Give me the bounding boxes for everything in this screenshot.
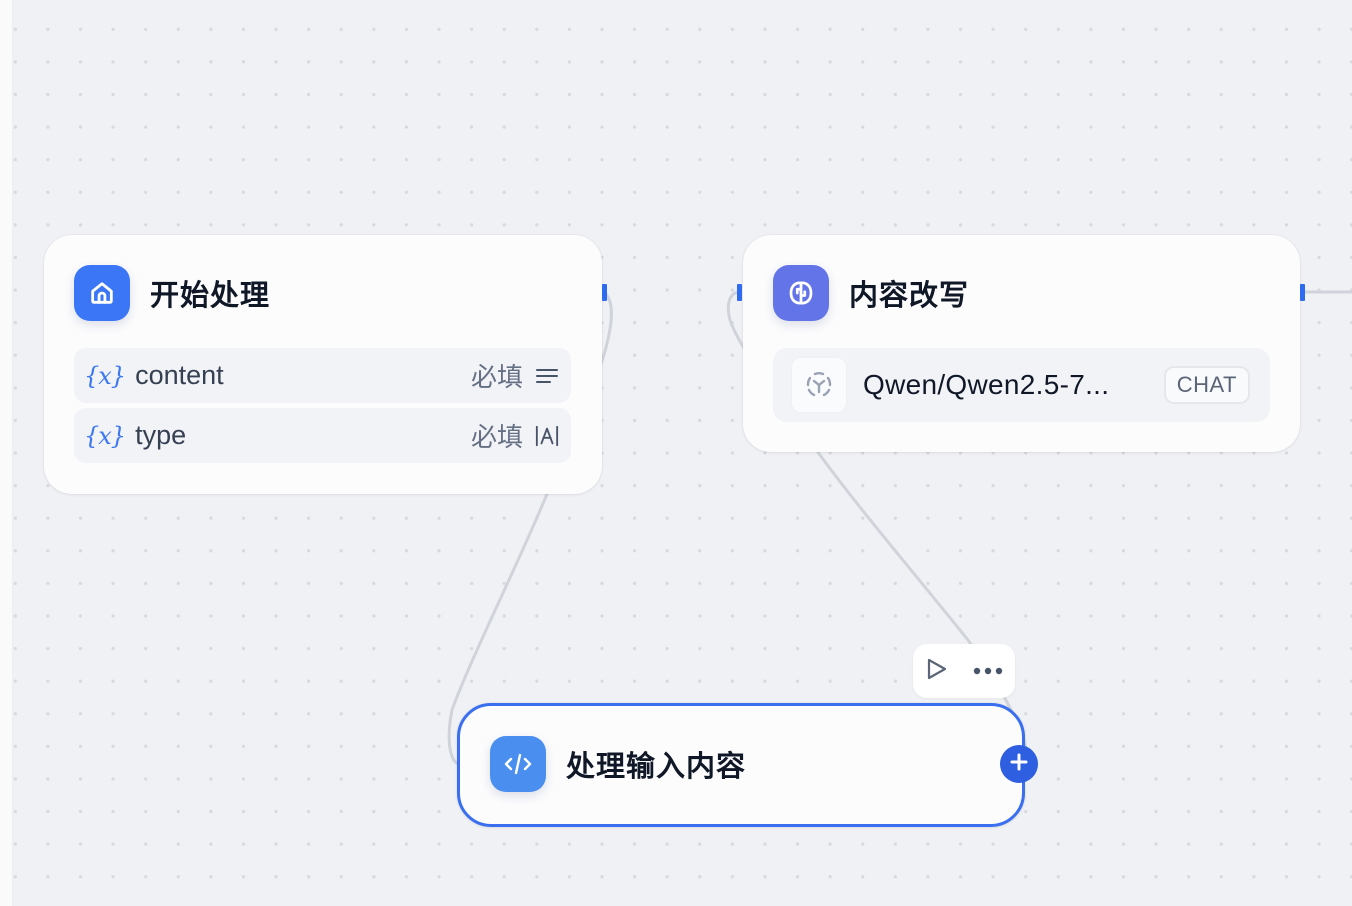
add-next-node-button[interactable] [1000,745,1038,783]
brain-icon [773,265,829,321]
model-selector[interactable]: Qwen/Qwen2.5-7... CHAT [773,348,1270,422]
variable-icon: {x} [84,361,126,390]
variable-name: content [135,360,224,390]
llm-output-handle[interactable] [1300,284,1305,301]
model-name: Qwen/Qwen2.5-7... [863,369,1110,400]
node-toolbar [913,644,1015,698]
llm-input-handle[interactable] [737,284,742,301]
play-icon[interactable] [926,657,948,686]
required-label: 必填 [470,362,523,392]
start-output-handle[interactable] [602,284,607,301]
node-title: 开始处理 [150,280,271,312]
node-title: 处理输入内容 [566,751,747,783]
plus-icon [1010,753,1028,776]
model-mode-badge: CHAT [1163,366,1250,404]
required-label: 必填 [470,422,523,452]
text-input-icon [535,424,559,448]
variable-row-type[interactable]: {x} type 必填 [74,408,571,463]
model-provider-icon [791,357,847,413]
node-title: 内容改写 [849,280,970,312]
code-icon [490,736,546,792]
home-icon [74,265,130,321]
sidebar-edge [0,0,13,906]
variable-row-content[interactable]: {x} content 必填 [74,348,571,403]
variable-icon: {x} [84,421,126,450]
more-horizontal-icon[interactable] [973,662,1003,680]
paragraph-icon [535,367,559,385]
variable-name: type [135,420,187,450]
code-node[interactable]: 处理输入内容 [457,703,1025,827]
llm-node[interactable]: 内容改写 Qwen/Qwen2.5-7... CHAT [743,235,1300,452]
start-node[interactable]: 开始处理 {x} content 必填 {x} type 必填 [44,235,602,494]
